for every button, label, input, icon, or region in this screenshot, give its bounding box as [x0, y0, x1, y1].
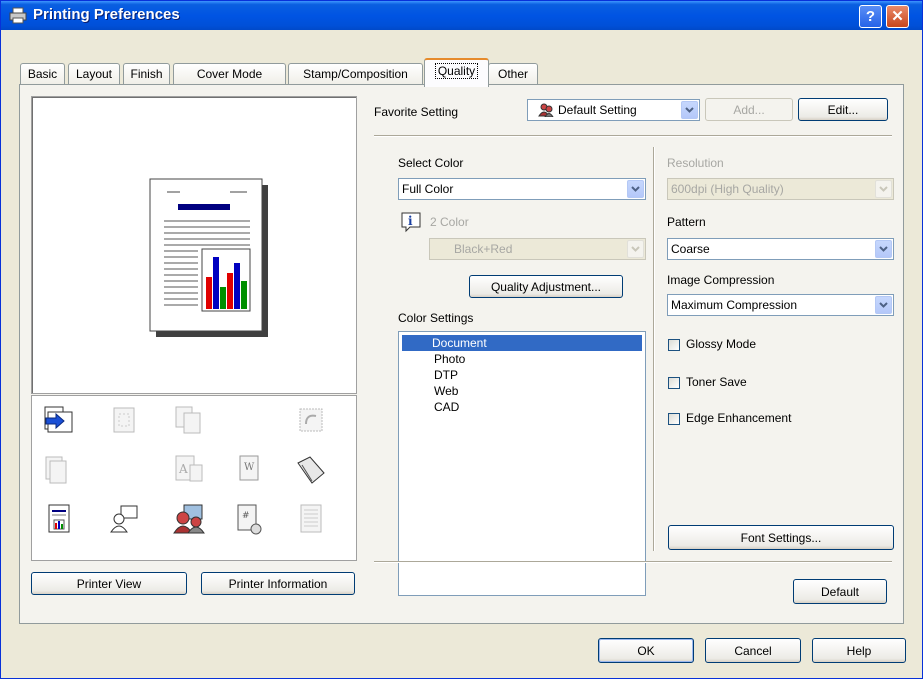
- rotate-page-icon[interactable]: [294, 404, 328, 438]
- preview-area: [31, 96, 357, 394]
- quality-adjustment-button[interactable]: Quality Adjustment...: [469, 275, 623, 298]
- color-settings-label: Color Settings: [398, 311, 474, 325]
- color-settings-list[interactable]: Document Photo DTP Web CAD: [398, 331, 646, 596]
- resolution-value: 600dpi (High Quality): [671, 182, 784, 196]
- favorite-users-icon: [538, 103, 554, 117]
- svg-text:i: i: [408, 214, 413, 228]
- chevron-down-icon[interactable]: [875, 240, 892, 258]
- default-button[interactable]: Default: [793, 579, 887, 604]
- cancel-button-label: Cancel: [734, 644, 772, 658]
- pattern-value: Coarse: [671, 242, 710, 256]
- tab-other[interactable]: Other: [488, 63, 538, 84]
- tab-stamp-composition[interactable]: Stamp/Composition: [288, 63, 423, 84]
- select-color-dropdown[interactable]: Full Color: [398, 178, 646, 200]
- ok-button[interactable]: OK: [598, 638, 694, 663]
- booklet-icon[interactable]: [107, 404, 141, 438]
- window-title: Printing Preferences: [33, 6, 180, 23]
- svg-text:#: #: [242, 511, 250, 521]
- ok-button-label: OK: [637, 644, 655, 658]
- font-settings-label: Font Settings...: [740, 531, 822, 545]
- edit-button[interactable]: Edit...: [798, 98, 888, 121]
- svg-text:A: A: [178, 462, 188, 476]
- tab-basic[interactable]: Basic: [20, 63, 65, 84]
- edge-enhancement-label: Edge Enhancement: [686, 411, 792, 425]
- edit-button-label: Edit...: [827, 103, 859, 117]
- two-color-dropdown[interactable]: Black+Red: [429, 238, 646, 260]
- favorite-setting-dropdown[interactable]: Default Setting: [527, 99, 700, 121]
- watermark-page-icon[interactable]: W: [232, 453, 266, 487]
- favorite-setting-value: Default Setting: [558, 103, 637, 117]
- printer-view-button[interactable]: Printer View: [31, 572, 187, 595]
- close-button[interactable]: ✕: [886, 5, 909, 28]
- tab-quality-label: Quality: [434, 63, 479, 79]
- resolution-label: Resolution: [667, 156, 724, 170]
- toner-save-checkbox[interactable]: [668, 377, 680, 389]
- default-button-label: Default: [820, 585, 860, 599]
- image-compression-dropdown[interactable]: Maximum Compression: [667, 294, 894, 316]
- divider-top: [374, 135, 892, 137]
- cancel-button[interactable]: Cancel: [705, 638, 801, 663]
- pattern-dropdown[interactable]: Coarse: [667, 238, 894, 260]
- add-button-label: Add...: [733, 103, 765, 117]
- text-overlay-icon[interactable]: A: [172, 453, 206, 487]
- chevron-down-icon[interactable]: [627, 180, 644, 198]
- printer-information-button[interactable]: Printer Information: [201, 572, 355, 595]
- glossy-mode-label: Glossy Mode: [686, 337, 757, 351]
- pattern-label: Pattern: [667, 215, 706, 229]
- edge-enhancement-checkbox[interactable]: [668, 413, 680, 425]
- multiple-pages-icon[interactable]: [42, 453, 76, 487]
- printer-function-icons: A W #: [31, 395, 357, 561]
- font-settings-button[interactable]: Font Settings...: [668, 525, 894, 550]
- list-item-photo[interactable]: Photo: [432, 351, 465, 367]
- printing-preferences-window: Printing Preferences ? ✕ Basic Layout Fi…: [0, 0, 923, 679]
- document-preview-icon: [149, 178, 268, 337]
- column-divider: [653, 147, 655, 551]
- list-item-document[interactable]: Document: [402, 335, 642, 351]
- add-button[interactable]: Add...: [705, 98, 793, 121]
- list-item-web[interactable]: Web: [432, 383, 458, 399]
- chevron-down-icon: [627, 240, 644, 258]
- chevron-down-icon: [875, 180, 892, 198]
- two-color-label: 2 Color: [430, 215, 469, 229]
- list-item-dtp[interactable]: DTP: [432, 367, 458, 383]
- help-title-button[interactable]: ?: [859, 5, 882, 28]
- text-page-icon[interactable]: [294, 502, 328, 536]
- list-item-cad[interactable]: CAD: [432, 399, 459, 415]
- color-document-icon[interactable]: [42, 502, 76, 536]
- copy-pages-icon[interactable]: [172, 404, 206, 438]
- quality-adjustment-label: Quality Adjustment...: [490, 280, 602, 294]
- quality-tab-panel: A W # Printer View Printer Information F…: [19, 84, 904, 624]
- user-authentication-icon[interactable]: [172, 502, 206, 536]
- printer-icon: [9, 7, 27, 24]
- chevron-down-icon[interactable]: [681, 101, 698, 119]
- image-compression-label: Image Compression: [667, 273, 775, 287]
- svg-text:W: W: [244, 462, 255, 473]
- chevron-down-icon[interactable]: [875, 296, 892, 314]
- info-icon: i: [401, 212, 421, 233]
- print-output-icon[interactable]: [42, 404, 76, 438]
- printer-information-label: Printer Information: [228, 577, 328, 591]
- toner-save-label: Toner Save: [686, 375, 747, 389]
- page-settings-icon[interactable]: #: [232, 502, 266, 536]
- user-computer-icon[interactable]: [107, 502, 141, 536]
- divider-bottom: [374, 561, 892, 563]
- tab-quality[interactable]: Quality: [424, 58, 489, 87]
- favorite-setting-label: Favorite Setting: [374, 105, 459, 119]
- resolution-dropdown[interactable]: 600dpi (High Quality): [667, 178, 894, 200]
- tab-finish[interactable]: Finish: [123, 63, 170, 84]
- tab-layout[interactable]: Layout: [68, 63, 120, 84]
- tab-cover-mode[interactable]: Cover Mode: [173, 63, 286, 84]
- select-color-label: Select Color: [398, 156, 464, 170]
- help-button[interactable]: Help: [812, 638, 906, 663]
- image-compression-value: Maximum Compression: [671, 298, 798, 312]
- glossy-mode-checkbox[interactable]: [668, 339, 680, 351]
- title-bar[interactable]: Printing Preferences ? ✕: [1, 1, 922, 30]
- help-button-label: Help: [846, 644, 872, 658]
- finishing-icon[interactable]: [294, 453, 328, 487]
- two-color-value: Black+Red: [454, 242, 513, 256]
- printer-view-label: Printer View: [76, 577, 142, 591]
- select-color-value: Full Color: [402, 182, 454, 196]
